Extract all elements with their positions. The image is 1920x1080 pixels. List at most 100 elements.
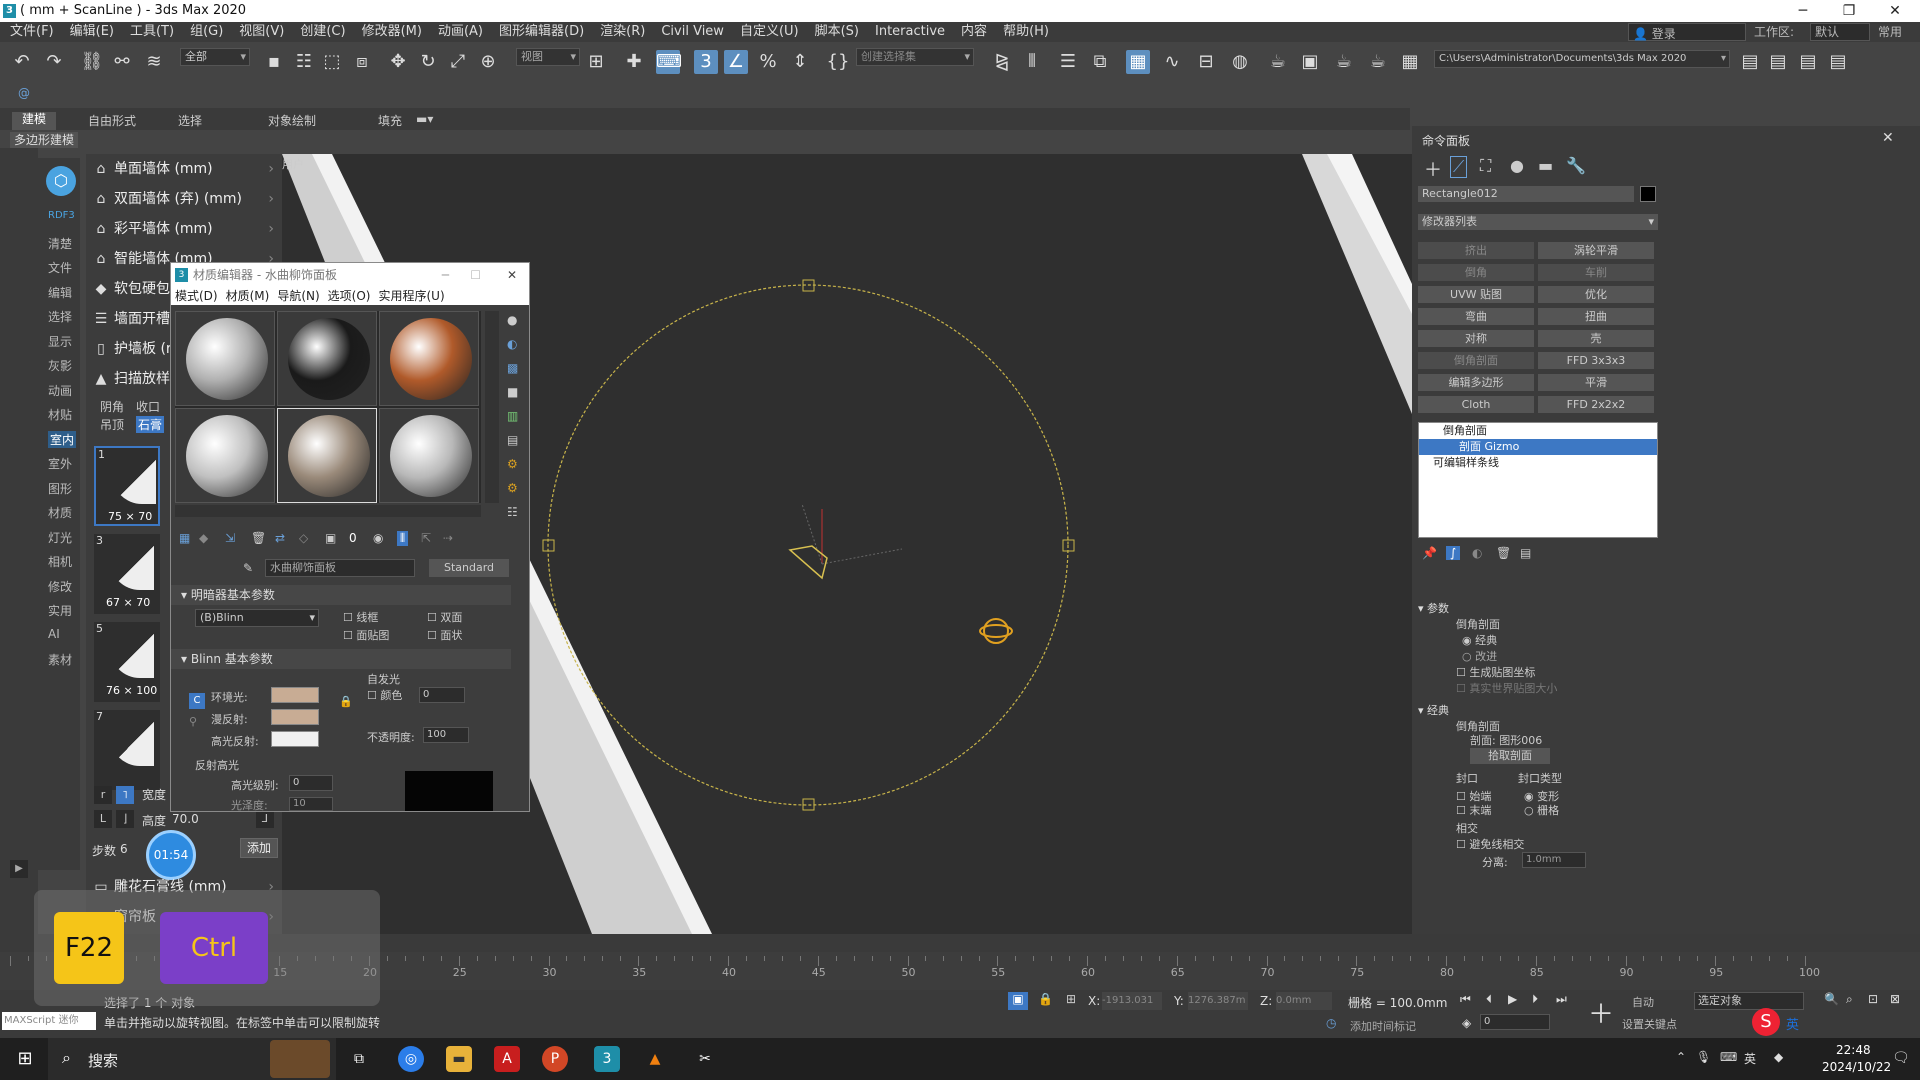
eyedropper-icon[interactable]: ✎ [243,561,253,575]
stack-item[interactable]: 可编辑样条线 [1419,455,1657,471]
render-setup-icon[interactable]: ☕ [1266,50,1290,74]
render-production-icon[interactable]: ☕ [1366,50,1390,74]
copy-material-icon[interactable]: ⇄ [275,531,285,545]
selection-filter-dropdown[interactable]: 全部 [180,48,250,66]
modifier-button[interactable]: 弯曲 [1418,308,1534,325]
catalog-item[interactable]: ⌂ 单面墙体 (mm) › [86,154,282,184]
background-icon[interactable]: ▩ [507,361,518,375]
rect-select-icon[interactable]: ⬚ [320,50,344,74]
menu-item[interactable]: 帮助(H) [1003,24,1049,39]
capcut-icon[interactable]: ✂ [692,1046,718,1072]
menu-item[interactable]: 渲染(R) [600,24,645,39]
maxscript-listener[interactable]: MAXScript 迷你 [2,1012,96,1030]
put-to-library-icon[interactable]: ▣ [325,531,336,545]
modifier-button[interactable]: 涡轮平滑 [1538,242,1654,259]
separation-spinner[interactable]: 1.0mm [1522,852,1586,868]
sidebar-item[interactable]: 材质 [48,504,72,521]
cap-end-checkbox[interactable]: ☐ 末端 [1456,802,1491,818]
profile-thumbnail[interactable]: 3 67 × 70 [94,534,160,614]
link-icon[interactable]: ⛓ [80,50,104,74]
menu-item[interactable]: 工具(T) [130,24,174,39]
modifier-button[interactable]: 对称 [1418,330,1534,347]
corner-l-button[interactable]: ˥ [116,786,134,804]
shader-rollout-header[interactable]: ▾ 明暗器基本参数 [171,585,511,605]
sidebar-item[interactable]: 室内 [48,430,77,448]
set-key-button[interactable]: 设置关键点 [1622,1016,1677,1032]
height-value[interactable]: 70.0 [172,812,199,826]
ribbon-tab[interactable]: 建模 [12,112,57,130]
grid-radio[interactable]: ○ 栅格 [1524,802,1559,818]
material-sample-slot[interactable] [379,311,479,406]
rotate-icon[interactable]: ↻ [416,50,440,74]
menu-item[interactable]: 脚本(S) [815,24,859,39]
menu-item[interactable]: 内容 [961,24,987,39]
select-manipulate-icon[interactable]: ✚ [622,50,646,74]
menu-item[interactable]: 组(G) [190,24,223,39]
menu-item[interactable]: 图形编辑器(D) [499,24,584,39]
minimize-icon[interactable]: ─ [442,263,449,287]
backlight-icon[interactable]: ◐ [507,337,517,351]
make-preview-icon[interactable]: ▤ [507,433,518,447]
3dsmax-icon[interactable]: 3 [594,1046,620,1072]
go-sibling-icon[interactable]: ⇢ [443,531,453,545]
material-sample-slot[interactable] [175,311,275,406]
selection-lock-icon[interactable]: 🔒 [1038,992,1053,1006]
autocad-icon[interactable]: A [494,1046,520,1072]
material-sample-slot[interactable] [277,408,377,503]
lock-diffuse-icon[interactable]: ⚲ [189,715,197,728]
real-world-checkbox[interactable]: ☐ 真实世界贴图大小 [1456,680,1557,696]
modifier-button[interactable]: 优化 [1538,286,1654,303]
blinn-rollout-header[interactable]: ▾ Blinn 基本参数 [171,649,511,669]
modifier-button[interactable]: FFD 3x3x3 [1538,352,1654,369]
stack-item[interactable]: 剖面 Gizmo [1419,439,1657,455]
slot-hscrollbar[interactable] [175,505,481,517]
sidebar-item[interactable]: 文件 [48,259,72,276]
material-menu-item[interactable]: 材质(M) [226,289,270,303]
scale-icon[interactable]: ⤢ [446,50,470,74]
faceted-checkbox[interactable]: ☐ 面状 [427,627,462,643]
modifier-button[interactable]: 壳 [1538,330,1654,347]
close-icon[interactable]: ✕ [507,263,517,287]
redo-icon[interactable]: ↷ [42,50,66,74]
modifier-button[interactable]: FFD 2x2x2 [1538,396,1654,413]
sidebar-item[interactable]: 室外 [48,455,72,472]
add-time-tag[interactable]: 添加时间标记 [1350,1018,1416,1034]
reset-map-icon[interactable]: 🗑 [251,531,266,545]
microphone-icon[interactable]: 🎙 [1696,1050,1711,1064]
ribbon-tab[interactable]: 自由形式 [78,112,146,129]
file-explorer-icon[interactable]: ▬ [446,1046,472,1072]
menu-item[interactable]: Civil View [661,24,724,39]
sidebar-item[interactable]: 灰影 [48,357,72,374]
pick-profile-button[interactable]: 拾取剖面 [1470,748,1550,764]
isolate-selection-icon[interactable]: ▣ [1008,992,1028,1010]
params-rollout-header[interactable]: ▾ 参数 [1418,600,1449,616]
project-icon-4[interactable]: ▤ [1826,50,1850,74]
menu-item[interactable]: 动画(A) [438,24,483,39]
pivot-icon[interactable]: ⊞ [584,50,608,74]
steps-value[interactable]: 6 [120,842,128,856]
modifier-button[interactable]: 扭曲 [1538,308,1654,325]
x-coord-field[interactable]: -1913.031 [1102,992,1162,1010]
current-frame-field[interactable]: 0 [1480,1014,1550,1030]
menu-item[interactable]: 创建(C) [300,24,345,39]
ref-coord-dropdown[interactable]: 视图 [516,48,580,66]
curve-editor-icon[interactable]: ∿ [1160,50,1184,74]
unlink-icon[interactable]: ⚯ [110,50,134,74]
sidebar-item[interactable]: 图形 [48,480,72,497]
utilities-tab-icon[interactable]: 🔧 [1566,156,1586,175]
layer-explorer-icon[interactable]: ⧉ [1088,50,1112,74]
mirror-icon[interactable]: ⧎ [990,50,1014,74]
two-sided-checkbox[interactable]: ☐ 双面 [427,609,462,625]
catalog-subtab[interactable]: 收口 [136,398,160,415]
modifier-button[interactable]: 倒角剖面 [1418,352,1534,369]
material-menu-item[interactable]: 模式(D) [175,289,218,303]
corner-b-button[interactable]: L [94,810,112,828]
material-type-button[interactable]: Standard [429,559,509,577]
slot-scrollbar[interactable] [485,311,499,503]
classic-rollout-header[interactable]: ▾ 经典 [1418,702,1449,718]
keyboard-icon[interactable]: ⌨ [1720,1050,1737,1064]
make-unique-icon[interactable]: ◐ [1472,546,1482,560]
key-filter-dropdown[interactable]: 选定对象 [1694,992,1804,1010]
material-sample-slot[interactable] [379,408,479,503]
material-menu-item[interactable]: 导航(N) [277,289,319,303]
